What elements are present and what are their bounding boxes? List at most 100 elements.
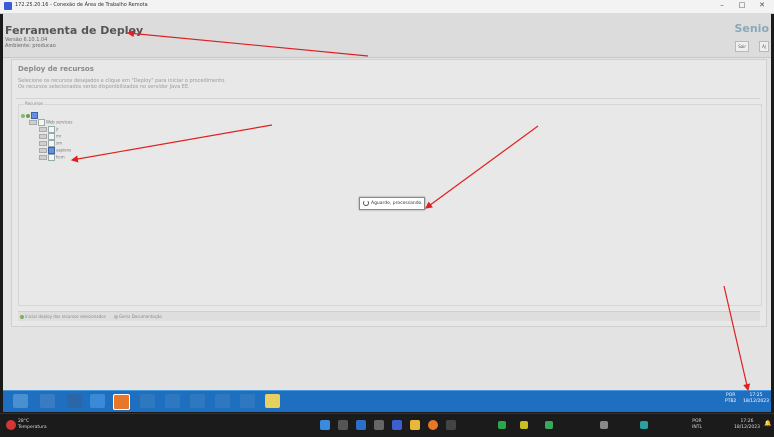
remote-taskbar: POR PTB2 17:25 18/12/2023 bbox=[3, 390, 771, 412]
generate-docs-button[interactable]: Gerar Documentação bbox=[114, 312, 162, 321]
rdp-title-bar: 172.25.20.16 - Conexão de Área de Trabal… bbox=[0, 0, 774, 14]
start-deploy-label: Iniciar deploy dos recursos selecionados bbox=[25, 314, 106, 319]
refresh-icon[interactable] bbox=[26, 113, 30, 118]
taskbar-app-icon[interactable] bbox=[356, 420, 366, 430]
network-icon[interactable] bbox=[215, 394, 230, 408]
processing-dialog: Aguarde, processando. bbox=[359, 197, 425, 210]
expand-icon[interactable] bbox=[21, 113, 25, 118]
firefox-icon[interactable] bbox=[113, 394, 130, 410]
host-time: 17:26 bbox=[740, 419, 754, 424]
item-label: sapiens bbox=[56, 147, 72, 153]
minimize-button[interactable]: – bbox=[712, 1, 732, 9]
help-button[interactable]: Aj bbox=[759, 41, 769, 52]
collapse-toggle[interactable] bbox=[29, 120, 37, 125]
remote-desktop: Ferramenta de Deploy Versão 6.10.1.04 Am… bbox=[3, 13, 771, 412]
remote-time: 17:25 bbox=[749, 393, 763, 398]
explorer-icon[interactable] bbox=[40, 394, 55, 408]
resources-legend: Recursos bbox=[24, 101, 45, 106]
tray-icon[interactable] bbox=[545, 421, 553, 429]
item-toggle[interactable] bbox=[39, 134, 47, 139]
item-checkbox[interactable] bbox=[48, 133, 55, 140]
tray-icon[interactable] bbox=[520, 421, 528, 429]
item-checkbox[interactable] bbox=[48, 140, 55, 147]
server-manager-icon[interactable] bbox=[67, 394, 82, 408]
tree-root[interactable] bbox=[21, 112, 39, 119]
item-toggle[interactable] bbox=[39, 127, 47, 132]
start-icon[interactable] bbox=[13, 394, 28, 408]
mail-icon[interactable] bbox=[240, 394, 255, 408]
close-button[interactable]: ✕ bbox=[752, 1, 772, 9]
tray-icon[interactable] bbox=[640, 421, 648, 429]
action-bar: Iniciar deploy dos recursos selecionados… bbox=[18, 311, 760, 321]
processing-message: Aguarde, processando. bbox=[371, 201, 423, 206]
item-label: jr bbox=[56, 126, 59, 132]
root-checkbox[interactable] bbox=[31, 112, 38, 119]
host-lang-secondary: INTL bbox=[692, 425, 702, 430]
lang-secondary: PTB2 bbox=[725, 399, 737, 404]
group-checkbox[interactable] bbox=[38, 119, 45, 126]
item-label: hcm bbox=[56, 154, 65, 160]
tree-item-hcm[interactable]: hcm bbox=[39, 154, 65, 161]
document-icon bbox=[114, 315, 118, 319]
tray-icon[interactable] bbox=[600, 421, 608, 429]
tool-icon[interactable] bbox=[140, 394, 155, 408]
notification-icon[interactable]: 🔔 bbox=[764, 421, 771, 427]
item-label: sm bbox=[56, 140, 62, 146]
remote-date: 18/12/2023 bbox=[743, 399, 769, 404]
group-label: Web services bbox=[46, 119, 73, 125]
remote-clock[interactable]: 17:25 18/12/2023 bbox=[743, 393, 769, 405]
lang-primary: POR bbox=[726, 393, 736, 398]
host-lang-primary: POR bbox=[692, 419, 702, 424]
tree-item-mr[interactable]: mr bbox=[39, 133, 62, 140]
host-clock[interactable]: 17:26 18/12/2023 bbox=[734, 419, 760, 431]
item-label: mr bbox=[56, 133, 62, 139]
weather-widget[interactable]: 28°C Temperatura bbox=[18, 419, 47, 431]
spinner-icon bbox=[363, 199, 369, 206]
taskbar-app-icon[interactable] bbox=[338, 420, 348, 430]
remote-desktop-icon bbox=[4, 2, 12, 10]
search-icon[interactable] bbox=[165, 394, 180, 408]
senior-logo: Senio bbox=[734, 22, 769, 35]
deploy-panel: Deploy de recursos Selecione os recursos… bbox=[11, 59, 767, 327]
tree-item-jr[interactable]: jr bbox=[39, 126, 59, 133]
start-deploy-button[interactable]: Iniciar deploy dos recursos selecionados bbox=[20, 312, 106, 321]
remote-desktop-taskbar-icon[interactable] bbox=[392, 420, 402, 430]
host-language-indicator[interactable]: POR INTL bbox=[692, 419, 702, 431]
weather-icon[interactable] bbox=[6, 420, 16, 430]
app-header: Ferramenta de Deploy Versão 6.10.1.04 Am… bbox=[3, 13, 771, 58]
host-date: 18/12/2023 bbox=[734, 425, 760, 430]
play-icon bbox=[20, 315, 24, 319]
item-toggle[interactable] bbox=[39, 148, 47, 153]
deploy-tool-window: Ferramenta de Deploy Versão 6.10.1.04 Am… bbox=[3, 13, 771, 390]
tree-group-web-services[interactable]: Web services bbox=[29, 119, 72, 126]
app-environment: Ambiente: producao bbox=[5, 43, 56, 49]
exit-button[interactable]: Sair bbox=[735, 41, 749, 52]
language-indicator[interactable]: POR PTB2 bbox=[725, 393, 736, 405]
internet-explorer-icon[interactable] bbox=[90, 394, 105, 408]
tree-item-sapiens[interactable]: sapiens bbox=[39, 147, 71, 154]
weather-temp: 28°C bbox=[18, 419, 30, 424]
panel-title: Deploy de recursos bbox=[18, 65, 94, 73]
panel-description-2: Os recursos selecionados serão disponibi… bbox=[18, 84, 190, 90]
file-explorer-icon[interactable] bbox=[410, 420, 420, 430]
firefox-taskbar-icon[interactable] bbox=[428, 420, 438, 430]
divider bbox=[16, 98, 760, 99]
taskbar-app-icon[interactable] bbox=[374, 420, 384, 430]
generate-docs-label: Gerar Documentação bbox=[119, 314, 162, 319]
item-checkbox-checked[interactable] bbox=[48, 147, 55, 154]
item-toggle[interactable] bbox=[39, 155, 47, 160]
item-checkbox[interactable] bbox=[48, 154, 55, 161]
item-toggle[interactable] bbox=[39, 141, 47, 146]
taskbar-app-icon[interactable] bbox=[446, 420, 456, 430]
folder-icon[interactable] bbox=[265, 394, 280, 408]
item-checkbox[interactable] bbox=[48, 126, 55, 133]
app-title: Ferramenta de Deploy bbox=[5, 24, 144, 37]
remote-icon[interactable] bbox=[190, 394, 205, 408]
rdp-window-title: 172.25.20.16 - Conexão de Área de Trabal… bbox=[15, 2, 148, 8]
host-taskbar: 28°C Temperatura POR INTL 17:26 18/12/2023 … bbox=[0, 413, 774, 437]
weather-label: Temperatura bbox=[18, 425, 47, 430]
windows-start-icon[interactable] bbox=[320, 420, 330, 430]
tree-item-sm[interactable]: sm bbox=[39, 140, 62, 147]
maximize-button[interactable]: □ bbox=[732, 1, 752, 9]
tray-icon[interactable] bbox=[498, 421, 506, 429]
